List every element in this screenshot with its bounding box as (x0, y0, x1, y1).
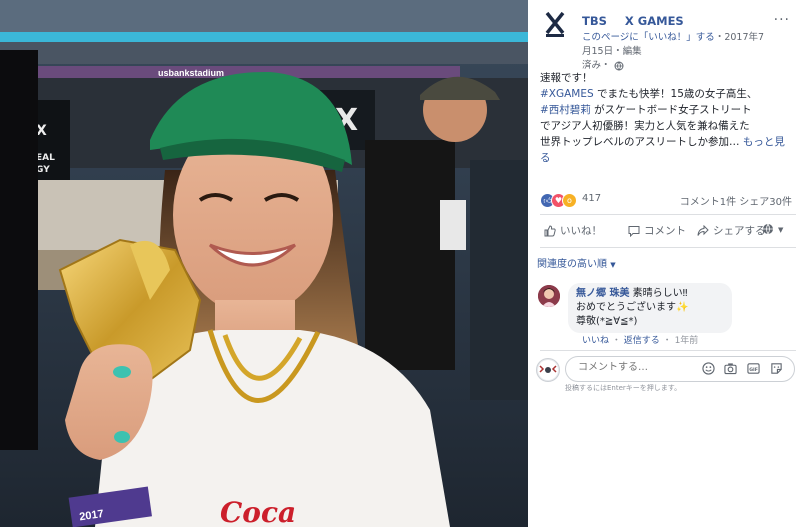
comment-text-2: おめでとうございます✨ (576, 302, 689, 313)
comment-share-counts: コメント1件 シェア30件 (680, 193, 792, 208)
shirt-logo: Coca (220, 496, 296, 527)
comment-sort-dropdown[interactable]: 関連度の高い順 ▼ (537, 255, 616, 270)
reaction-count[interactable]: 417 (582, 193, 601, 204)
globe-icon (763, 223, 773, 235)
reaction-summary: 👍︎ ♥ o 417 コメント1件 シェア30件 (540, 190, 792, 210)
reaction-icons[interactable]: 👍︎ ♥ o (540, 193, 584, 208)
comment-item: 無ノ郷 珠美 素晴らしい‼ おめでとうございます✨ 尊敬(*≧∀≦*) いいね … (538, 283, 794, 347)
post-photo[interactable]: usbankstadium X X EAL GY Coca 2017 (0, 0, 528, 527)
thumbs-up-icon (544, 225, 556, 237)
avatar[interactable] (538, 285, 560, 307)
post-meta: このページに「いいね！」する・2017年7月15日・編集 済み・ (582, 31, 772, 73)
post-line-1: 速報です！ (540, 72, 593, 84)
post-panel: TBS X GAMES このページに「いいね！」する・2017年7月15日・編集… (528, 0, 800, 527)
page-name-secondary[interactable]: X GAMES (625, 14, 684, 28)
post-line-4: でアジア人初優勝！実力と人気を兼ね備えた (540, 120, 750, 132)
comment-icon (628, 226, 640, 238)
comment-text-1: 素晴らしい‼ (632, 288, 688, 299)
comment-time[interactable]: 1年前 (675, 336, 699, 346)
wow-reaction-icon: o (562, 193, 577, 208)
gif-icon[interactable]: GIF (747, 362, 760, 375)
comment-text-3: 尊敬(*≧∀≦*) (576, 316, 638, 327)
share-count[interactable]: シェア30件 (739, 197, 792, 208)
edited-label[interactable]: 編集 (623, 46, 642, 57)
share-button-label: シェアする (713, 225, 766, 237)
share-icon (697, 224, 709, 236)
composer-hint: 投稿するにはEnterキーを押します。 (565, 384, 682, 392)
chevron-down-icon: ▼ (778, 226, 784, 234)
svg-text:GIF: GIF (749, 367, 758, 373)
camera-icon[interactable] (724, 362, 737, 375)
post-line-3: がスケートボード女子ストリート (590, 104, 752, 116)
like-button[interactable]: いいね！ (544, 223, 602, 238)
comment-composer: GIF (536, 356, 796, 382)
comment-button[interactable]: コメント (628, 223, 686, 238)
hashtag-xgames[interactable]: #XGAMES (540, 88, 594, 100)
globe-icon (614, 61, 624, 70)
avatar (536, 358, 560, 382)
post-actions: いいね！ コメント シェアする ▼ (540, 220, 796, 244)
more-options-icon[interactable]: ··· (774, 12, 790, 28)
post-text: 速報です！ #XGAMES でまたも快挙！15歳の女子高生、 #西村碧莉 がスケ… (540, 70, 792, 166)
comment-author[interactable]: 無ノ郷 珠美 (576, 288, 629, 299)
comment-button-label: コメント (644, 225, 686, 237)
hashtag-athlete[interactable]: #西村碧莉 (540, 104, 591, 116)
page-names: TBS X GAMES (582, 14, 698, 28)
like-button-label: いいね！ (560, 225, 602, 237)
page-logo[interactable] (540, 10, 570, 40)
page-name-primary[interactable]: TBS (582, 14, 607, 28)
post-header: TBS X GAMES このページに「いいね！」する・2017年7月15日・編集… (540, 10, 792, 71)
share-button[interactable]: シェアする (697, 223, 766, 238)
comment-input-box[interactable]: GIF (565, 356, 795, 382)
post-line-2: でまたも快挙！15歳の女子高生、 (593, 88, 758, 100)
comment-reply-link[interactable]: 返信する (624, 336, 660, 346)
comment-footer: いいね ・ 返信する ・ 1年前 (582, 336, 699, 346)
comment-bubble: 無ノ郷 珠美 素晴らしい‼ おめでとうございます✨ 尊敬(*≧∀≦*) (568, 283, 732, 333)
like-page-link[interactable]: このページに「いいね！」する (582, 32, 715, 43)
sticker-icon[interactable] (770, 362, 783, 375)
chevron-down-icon: ▼ (610, 261, 616, 269)
post-line-5: 世界トップレベルのアスリートしか参加… (540, 136, 740, 148)
stadium-banner: usbankstadium (158, 68, 224, 78)
comment-input[interactable] (576, 361, 690, 374)
divider (540, 350, 796, 351)
svg-text:EAL: EAL (36, 153, 55, 163)
composer-icons: GIF (702, 362, 788, 376)
svg-text:GY: GY (36, 165, 50, 175)
photo-image: usbankstadium X X EAL GY Coca 2017 (0, 0, 528, 527)
audience-selector[interactable]: ▼ (762, 223, 783, 235)
comment-count[interactable]: コメント1件 (680, 197, 736, 208)
emoji-icon[interactable] (702, 362, 715, 375)
comment-sort-label: 関連度の高い順 (537, 259, 607, 270)
comment-like-link[interactable]: いいね (582, 336, 609, 346)
divider (540, 214, 796, 215)
divider (540, 247, 796, 248)
